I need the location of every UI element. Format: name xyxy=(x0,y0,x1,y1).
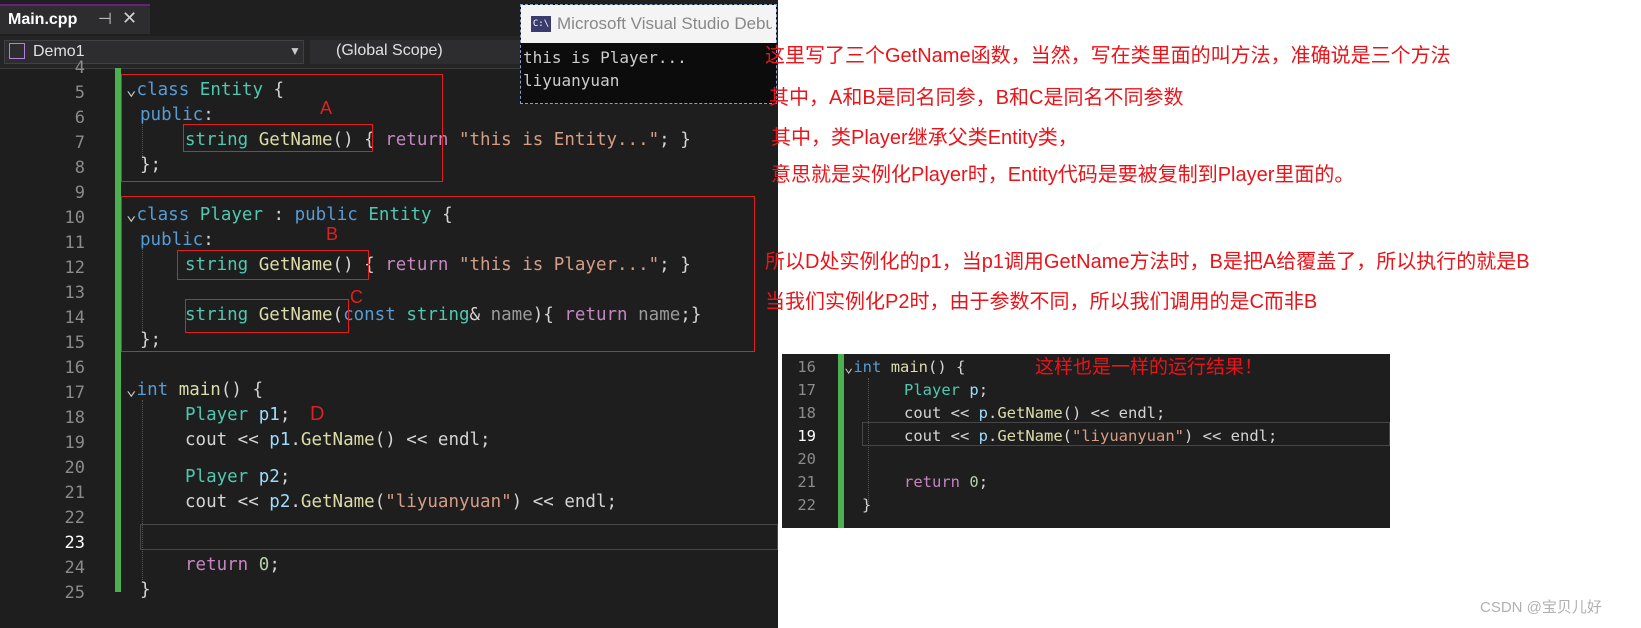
line-number: 21 xyxy=(797,473,816,491)
note-line: 当我们实例化P2时，由于参数不同，所以我们调用的是C而非B xyxy=(765,291,1318,313)
code-line[interactable]: ⌄int main() { xyxy=(844,356,965,379)
marker-b: B xyxy=(326,224,339,244)
project-icon xyxy=(9,43,25,59)
tab-label: Main.cpp xyxy=(8,11,78,28)
line-number: 6 xyxy=(74,108,85,128)
line-number: 12 xyxy=(64,258,85,278)
debug-console-window[interactable]: C:\ Microsoft Visual Studio Debug Consol… xyxy=(520,4,777,104)
code-line[interactable]: Player p2; xyxy=(185,465,290,490)
console-title-bar[interactable]: C:\ Microsoft Visual Studio Debug Consol… xyxy=(521,5,776,43)
line-number: 13 xyxy=(64,283,85,303)
annotation-box-c xyxy=(185,299,349,333)
line-number: 5 xyxy=(74,83,85,103)
code-line[interactable]: return 0; xyxy=(904,471,988,494)
note-line: 这里写了三个GetName函数，当然，写在类里面的叫方法，准确说是三个方法 xyxy=(765,45,1451,67)
current-line-highlight xyxy=(140,524,778,550)
line-number: 8 xyxy=(74,158,85,178)
indent-guide xyxy=(868,378,869,506)
note-line: 意思就是实例化Player时，Entity代码是要被复制到Player里面的。 xyxy=(771,164,1355,186)
line-number: 15 xyxy=(64,333,85,353)
line-number: 16 xyxy=(797,358,816,376)
console-output-line: this is Player... xyxy=(523,48,687,67)
scope-dropdown[interactable]: (Global Scope) xyxy=(310,40,530,64)
code-editor-snippet[interactable]: 16 17 18 19 20 21 22 ⌄int main() { Playe… xyxy=(782,354,1390,528)
pin-icon[interactable]: ⊣ xyxy=(98,9,112,29)
close-icon[interactable]: ✕ xyxy=(122,8,137,29)
marker-a: A xyxy=(320,98,333,118)
line-number: 19 xyxy=(64,433,85,453)
annotation-box-a xyxy=(183,124,373,152)
code-line[interactable]: } xyxy=(140,578,151,603)
code-line[interactable]: ⌄int main() { xyxy=(126,378,263,403)
line-number: 20 xyxy=(797,450,816,468)
line-number: 4 xyxy=(74,58,85,78)
watermark: CSDN @宝贝儿好 xyxy=(1480,599,1602,616)
line-number: 20 xyxy=(64,458,85,478)
note-line: 其中，类Player继承父类Entity类， xyxy=(771,127,1078,149)
line-number: 14 xyxy=(64,308,85,328)
note-line: 其中，A和B是同名同参，B和C是同名不同参数 xyxy=(769,87,1184,109)
line-number: 23 xyxy=(64,533,85,553)
code-line[interactable]: Player p1; xyxy=(185,403,290,428)
scope-label: (Global Scope) xyxy=(336,42,443,59)
indent-guide xyxy=(142,400,143,582)
snippet-note: 这样也是一样的运行结果！ xyxy=(1035,357,1264,378)
annotation-box-b xyxy=(177,250,369,280)
line-number: 24 xyxy=(64,558,85,578)
line-number: 22 xyxy=(797,496,816,514)
line-number: 19 xyxy=(797,427,816,445)
line-number: 10 xyxy=(64,208,85,228)
change-bar xyxy=(838,354,844,528)
line-number: 18 xyxy=(64,408,85,428)
code-line[interactable]: cout << p1.GetName() << endl; xyxy=(185,428,491,453)
code-line[interactable]: Player p; xyxy=(904,379,988,402)
line-number: 16 xyxy=(64,358,85,378)
code-line[interactable]: cout << p.GetName() << endl; xyxy=(904,402,1165,425)
chevron-down-icon: ▼ xyxy=(289,44,301,58)
marker-c: C xyxy=(350,287,363,307)
line-number: 21 xyxy=(64,483,85,503)
line-number: 7 xyxy=(74,133,85,153)
line-number: 18 xyxy=(797,404,816,422)
line-number: 11 xyxy=(64,233,85,253)
console-output-line: liyuanyuan xyxy=(523,71,620,90)
note-line: 所以D处实例化的p1，当p1调用GetName方法时，B是把A给覆盖了，所以执行… xyxy=(765,251,1530,273)
line-number: 25 xyxy=(64,583,85,603)
code-line[interactable]: return 0; xyxy=(185,553,280,578)
tab-main-cpp[interactable]: Main.cpp ⊣ ✕ xyxy=(0,4,150,34)
code-line[interactable]: cout << p2.GetName("liyuanyuan") << endl… xyxy=(185,490,617,515)
line-number: 22 xyxy=(64,508,85,528)
code-line[interactable]: cout << p.GetName("liyuanyuan") << endl; xyxy=(904,425,1277,448)
line-number: 9 xyxy=(74,183,85,203)
code-line[interactable]: } xyxy=(862,494,871,517)
line-number: 17 xyxy=(797,381,816,399)
console-icon: C:\ xyxy=(531,16,551,32)
marker-d: D xyxy=(310,403,325,425)
console-title: Microsoft Visual Studio Debug Console xyxy=(557,14,772,33)
line-number: 17 xyxy=(64,383,85,403)
